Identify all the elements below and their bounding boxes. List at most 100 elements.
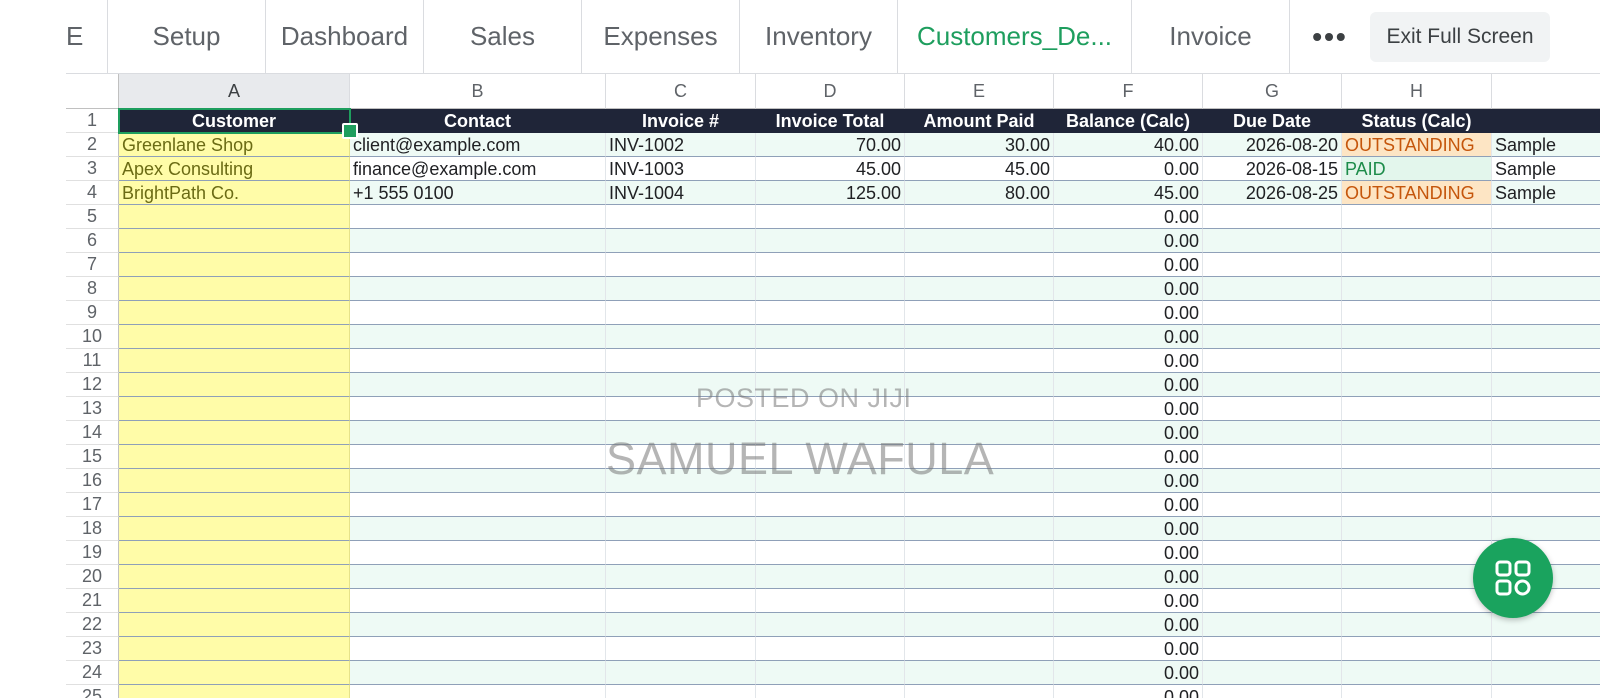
cell-f24[interactable]: 0.00 xyxy=(1054,661,1203,685)
cell-f5[interactable]: 0.00 xyxy=(1054,205,1203,229)
cell-e8[interactable] xyxy=(905,277,1054,301)
header-cell-h[interactable]: Status (Calc) xyxy=(1342,109,1492,133)
cell-a21[interactable] xyxy=(119,589,350,613)
cell-d11[interactable] xyxy=(756,349,905,373)
cell-a15[interactable] xyxy=(119,445,350,469)
row-number[interactable]: 1 xyxy=(66,109,119,133)
cell-h24[interactable] xyxy=(1342,661,1492,685)
row-number[interactable]: 4 xyxy=(66,181,119,205)
cell-h11[interactable] xyxy=(1342,349,1492,373)
sheet-tab-invoice[interactable]: Invoice xyxy=(1132,0,1290,73)
cell-b21[interactable] xyxy=(350,589,606,613)
header-cell-extra[interactable] xyxy=(1492,109,1600,133)
cell-c20[interactable] xyxy=(606,565,756,589)
cell-i25[interactable] xyxy=(1492,685,1600,698)
cell-b22[interactable] xyxy=(350,613,606,637)
cell-a17[interactable] xyxy=(119,493,350,517)
cell-g20[interactable] xyxy=(1203,565,1342,589)
cell-c5[interactable] xyxy=(606,205,756,229)
cell-h12[interactable] xyxy=(1342,373,1492,397)
cell-g12[interactable] xyxy=(1203,373,1342,397)
cell-g11[interactable] xyxy=(1203,349,1342,373)
cell-a8[interactable] xyxy=(119,277,350,301)
cell-i10[interactable] xyxy=(1492,325,1600,349)
cell-i12[interactable] xyxy=(1492,373,1600,397)
cell-g2[interactable]: 2026-08-20 xyxy=(1203,133,1342,157)
cell-b10[interactable] xyxy=(350,325,606,349)
cell-f15[interactable]: 0.00 xyxy=(1054,445,1203,469)
cell-a16[interactable] xyxy=(119,469,350,493)
cell-e17[interactable] xyxy=(905,493,1054,517)
cell-c8[interactable] xyxy=(606,277,756,301)
row-number[interactable]: 17 xyxy=(66,493,119,517)
row-number[interactable]: 16 xyxy=(66,469,119,493)
cell-c18[interactable] xyxy=(606,517,756,541)
cell-f21[interactable]: 0.00 xyxy=(1054,589,1203,613)
cell-f10[interactable]: 0.00 xyxy=(1054,325,1203,349)
cell-a9[interactable] xyxy=(119,301,350,325)
cell-d3[interactable]: 45.00 xyxy=(756,157,905,181)
cell-d5[interactable] xyxy=(756,205,905,229)
cell-e7[interactable] xyxy=(905,253,1054,277)
cell-b3[interactable]: finance@example.com xyxy=(350,157,606,181)
row-number[interactable]: 7 xyxy=(66,253,119,277)
cell-h7[interactable] xyxy=(1342,253,1492,277)
cell-h5[interactable] xyxy=(1342,205,1492,229)
cell-c22[interactable] xyxy=(606,613,756,637)
cell-b9[interactable] xyxy=(350,301,606,325)
cell-d25[interactable] xyxy=(756,685,905,698)
cell-f2[interactable]: 40.00 xyxy=(1054,133,1203,157)
cell-c23[interactable] xyxy=(606,637,756,661)
cell-b20[interactable] xyxy=(350,565,606,589)
sheet-tab-setup[interactable]: Setup xyxy=(108,0,266,73)
cell-e13[interactable] xyxy=(905,397,1054,421)
cell-a20[interactable] xyxy=(119,565,350,589)
row-number[interactable]: 5 xyxy=(66,205,119,229)
cell-c7[interactable] xyxy=(606,253,756,277)
cell-b16[interactable] xyxy=(350,469,606,493)
cell-a2[interactable]: Greenlane Shop xyxy=(119,133,350,157)
cell-b25[interactable] xyxy=(350,685,606,698)
cell-g6[interactable] xyxy=(1203,229,1342,253)
cell-c24[interactable] xyxy=(606,661,756,685)
cell-d6[interactable] xyxy=(756,229,905,253)
cell-h14[interactable] xyxy=(1342,421,1492,445)
cell-f7[interactable]: 0.00 xyxy=(1054,253,1203,277)
cell-a6[interactable] xyxy=(119,229,350,253)
cell-g5[interactable] xyxy=(1203,205,1342,229)
cell-f18[interactable]: 0.00 xyxy=(1054,517,1203,541)
cell-i16[interactable] xyxy=(1492,469,1600,493)
cell-g24[interactable] xyxy=(1203,661,1342,685)
cell-e11[interactable] xyxy=(905,349,1054,373)
row-number[interactable]: 12 xyxy=(66,373,119,397)
cell-a14[interactable] xyxy=(119,421,350,445)
row-number[interactable]: 18 xyxy=(66,517,119,541)
cell-g22[interactable] xyxy=(1203,613,1342,637)
cell-d9[interactable] xyxy=(756,301,905,325)
cell-i8[interactable] xyxy=(1492,277,1600,301)
cell-e3[interactable]: 45.00 xyxy=(905,157,1054,181)
cell-c11[interactable] xyxy=(606,349,756,373)
cell-e18[interactable] xyxy=(905,517,1054,541)
cell-h23[interactable] xyxy=(1342,637,1492,661)
cell-d20[interactable] xyxy=(756,565,905,589)
cell-a24[interactable] xyxy=(119,661,350,685)
cell-g21[interactable] xyxy=(1203,589,1342,613)
cell-g7[interactable] xyxy=(1203,253,1342,277)
cell-e24[interactable] xyxy=(905,661,1054,685)
cell-i17[interactable] xyxy=(1492,493,1600,517)
cell-h6[interactable] xyxy=(1342,229,1492,253)
cell-f13[interactable]: 0.00 xyxy=(1054,397,1203,421)
cell-b12[interactable] xyxy=(350,373,606,397)
cell-f25[interactable]: 0.00 xyxy=(1054,685,1203,698)
row-number[interactable]: 20 xyxy=(66,565,119,589)
row-number[interactable]: 22 xyxy=(66,613,119,637)
cell-c17[interactable] xyxy=(606,493,756,517)
cell-h10[interactable] xyxy=(1342,325,1492,349)
cell-e6[interactable] xyxy=(905,229,1054,253)
cell-g23[interactable] xyxy=(1203,637,1342,661)
cell-b23[interactable] xyxy=(350,637,606,661)
cell-a23[interactable] xyxy=(119,637,350,661)
cell-g25[interactable] xyxy=(1203,685,1342,698)
cell-h16[interactable] xyxy=(1342,469,1492,493)
